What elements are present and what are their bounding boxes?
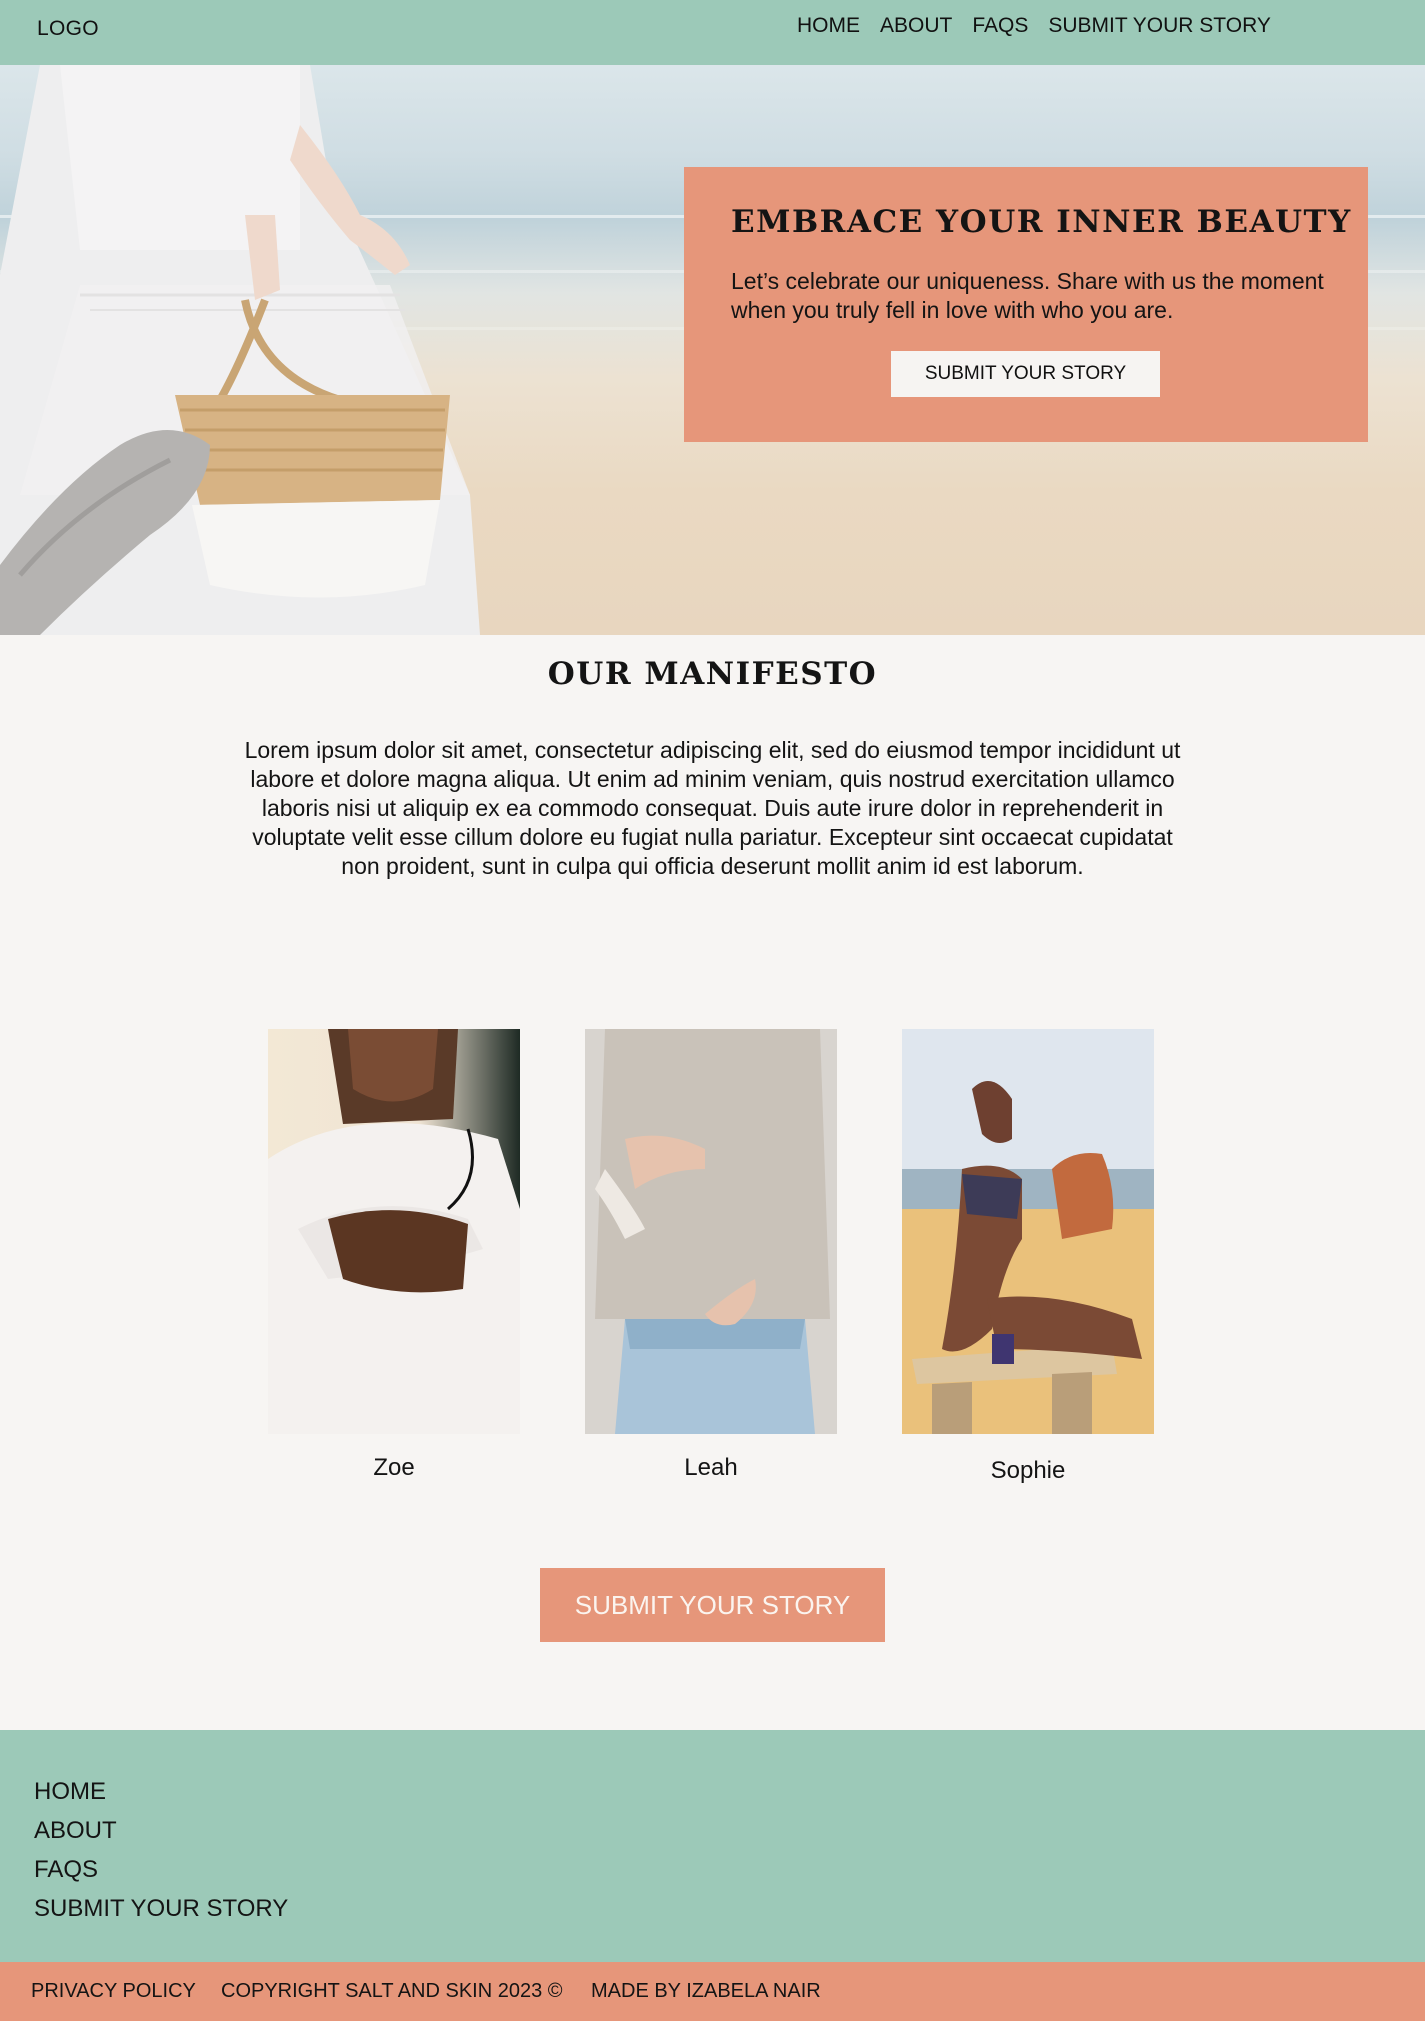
hero-text: Let’s celebrate our uniqueness. Share wi…	[731, 268, 1324, 323]
copyright-text: COPYRIGHT SALT AND SKIN 2023 ©	[221, 1980, 563, 2002]
story-card-leah[interactable]: Leah	[585, 1029, 837, 1481]
footer-link-about[interactable]: ABOUT	[34, 1817, 117, 1844]
story-name-zoe: Zoe	[373, 1454, 415, 1481]
credit-text: MADE BY IZABELA NAIR	[591, 1980, 821, 2002]
portrait-image	[585, 1029, 837, 1434]
nav-link-about[interactable]: ABOUT	[880, 14, 952, 38]
hero-section: EMBRACE YOUR INNER BEAUTY Let’s celebrat…	[0, 65, 1425, 635]
manifesto-text: Lorem ipsum dolor sit amet, consectetur …	[244, 737, 1181, 879]
footer-nav: HOME ABOUT FAQS SUBMIT YOUR STORY	[34, 1772, 288, 1928]
story-card-zoe[interactable]: Zoe	[268, 1029, 520, 1481]
story-name-sophie: Sophie	[990, 1457, 1066, 1484]
story-photo-sophie[interactable]	[902, 1029, 1154, 1434]
hero-title: EMBRACE YOUR INNER BEAUTY	[731, 204, 1352, 240]
story-photo-zoe[interactable]	[268, 1029, 520, 1434]
story-card-sophie[interactable]: Sophie	[902, 1029, 1154, 1484]
footer-nav-section: HOME ABOUT FAQS SUBMIT YOUR STORY	[0, 1730, 1425, 1962]
footer-nav-item: HOME	[34, 1772, 288, 1811]
footer-link-faqs[interactable]: FAQS	[34, 1856, 98, 1883]
hero-image-woman-with-basket	[0, 65, 480, 635]
story-photo-leah[interactable]	[585, 1029, 837, 1434]
nav-link-home[interactable]: HOME	[797, 14, 860, 38]
hero-callout-card: EMBRACE YOUR INNER BEAUTY Let’s celebrat…	[684, 167, 1368, 442]
submit-story-button[interactable]: SUBMIT YOUR STORY	[540, 1568, 885, 1642]
logo[interactable]: LOGO	[37, 17, 99, 41]
manifesto-title: OUR MANIFESTO	[547, 656, 878, 692]
nav-link-submit-your-story[interactable]: SUBMIT YOUR STORY	[1048, 14, 1271, 38]
footer-link-submit-your-story[interactable]: SUBMIT YOUR STORY	[34, 1895, 288, 1922]
footer-nav-item: SUBMIT YOUR STORY	[34, 1889, 288, 1928]
main-nav: HOME ABOUT FAQS SUBMIT YOUR STORY	[797, 14, 1271, 38]
nav-link-faqs[interactable]: FAQS	[972, 14, 1028, 38]
portrait-image	[268, 1029, 520, 1434]
site-header: LOGO HOME ABOUT FAQS SUBMIT YOUR STORY	[0, 0, 1425, 65]
hero-submit-story-button[interactable]: SUBMIT YOUR STORY	[891, 351, 1160, 397]
footer-nav-item: ABOUT	[34, 1811, 288, 1850]
story-name-leah: Leah	[684, 1454, 738, 1481]
privacy-policy-link[interactable]: PRIVACY POLICY	[31, 1980, 196, 2003]
footer-link-home[interactable]: HOME	[34, 1778, 106, 1805]
portrait-image	[902, 1029, 1154, 1434]
footer-bar: PRIVACY POLICY COPYRIGHT SALT AND SKIN 2…	[0, 1962, 1425, 2021]
footer-nav-item: FAQS	[34, 1850, 288, 1889]
